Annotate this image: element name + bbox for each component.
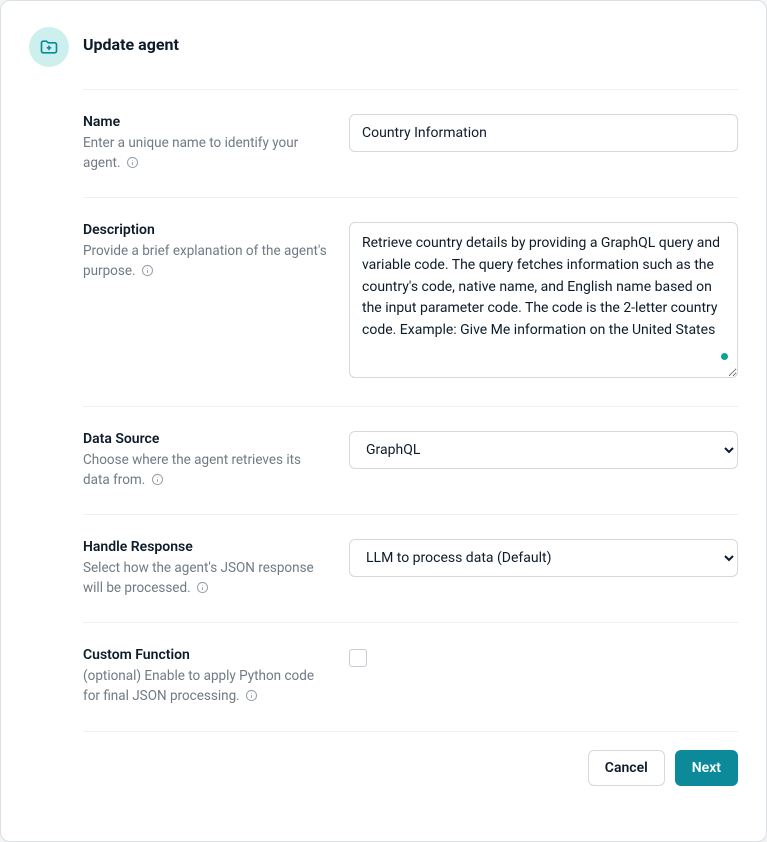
field-row-name: Name Enter a unique name to identify you… [83, 90, 738, 197]
field-row-description: Description Provide a brief explanation … [83, 198, 738, 406]
info-icon [151, 473, 164, 486]
custom-function-label: Custom Function [83, 647, 331, 663]
update-agent-modal: Update agent Name Enter a unique name to… [0, 0, 767, 842]
field-label-group: Description Provide a brief explanation … [83, 222, 331, 382]
handle-response-select[interactable]: LLM to process data (Default) [349, 539, 738, 577]
info-icon [245, 689, 258, 702]
field-row-custom-function: Custom Function (optional) Enable to app… [83, 623, 738, 730]
next-button[interactable]: Next [675, 750, 738, 786]
field-label-group: Data Source Choose where the agent retri… [83, 431, 331, 490]
modal-content: Name Enter a unique name to identify you… [83, 89, 738, 786]
handle-response-help: Select how the agent's JSON response wil… [83, 559, 331, 598]
field-row-data-source: Data Source Choose where the agent retri… [83, 407, 738, 514]
folder-plus-icon [29, 27, 69, 67]
info-icon [126, 156, 139, 169]
field-row-handle-response: Handle Response Select how the agent's J… [83, 515, 738, 622]
cancel-button[interactable]: Cancel [588, 750, 665, 786]
custom-function-help-text: (optional) Enable to apply Python code f… [83, 668, 314, 704]
description-textarea[interactable] [349, 222, 738, 378]
field-label-group: Custom Function (optional) Enable to app… [83, 647, 331, 706]
name-help-text: Enter a unique name to identify your age… [83, 135, 298, 171]
modal-title: Update agent [83, 35, 179, 54]
description-label: Description [83, 222, 331, 238]
name-label: Name [83, 114, 331, 130]
name-input[interactable] [349, 114, 738, 152]
data-source-label: Data Source [83, 431, 331, 447]
info-icon [196, 581, 209, 594]
name-help: Enter a unique name to identify your age… [83, 134, 331, 173]
data-source-select[interactable]: GraphQL [349, 431, 738, 469]
data-source-help: Choose where the agent retrieves its dat… [83, 451, 331, 490]
field-label-group: Handle Response Select how the agent's J… [83, 539, 331, 598]
custom-function-help: (optional) Enable to apply Python code f… [83, 667, 331, 706]
modal-footer: Cancel Next [83, 732, 738, 786]
handle-response-label: Handle Response [83, 539, 331, 555]
modal-header: Update agent [29, 27, 738, 67]
info-icon [141, 264, 154, 277]
field-label-group: Name Enter a unique name to identify you… [83, 114, 331, 173]
description-help-text: Provide a brief explanation of the agent… [83, 243, 327, 279]
custom-function-checkbox[interactable] [349, 649, 367, 667]
description-help: Provide a brief explanation of the agent… [83, 242, 331, 281]
data-source-help-text: Choose where the agent retrieves its dat… [83, 452, 301, 488]
